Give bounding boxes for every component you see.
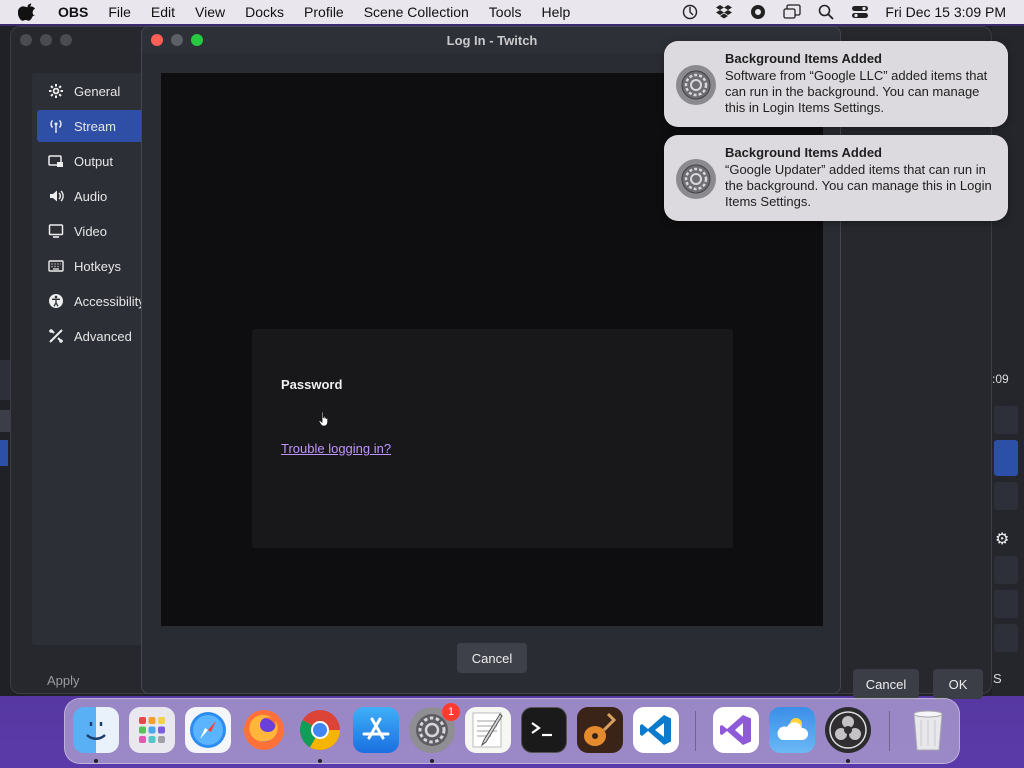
control-center-icon[interactable] [851, 3, 869, 21]
sidebar-item-label: Audio [74, 188, 108, 204]
menu-app-name[interactable]: OBS [58, 4, 88, 20]
apple-icon[interactable] [18, 3, 36, 21]
settings-cancel-button[interactable]: Cancel [853, 669, 919, 699]
sidebar-item-label: Stream [74, 118, 116, 134]
launchpad-icon[interactable] [129, 707, 175, 753]
obs-main-left-edge-control[interactable] [0, 410, 10, 432]
vscode-icon[interactable] [633, 707, 679, 753]
menu-tools[interactable]: Tools [489, 4, 522, 20]
firefox-icon[interactable] [241, 707, 287, 753]
menu-view[interactable]: View [195, 4, 225, 20]
running-indicator [94, 759, 98, 763]
trash-icon[interactable] [905, 707, 951, 753]
menu-scene-collection[interactable]: Scene Collection [364, 4, 469, 20]
app-store-icon[interactable] [353, 707, 399, 753]
garageband-icon[interactable] [577, 707, 623, 753]
sidebar-item-label: Output [74, 153, 114, 169]
obs-main-strip-cell[interactable] [994, 556, 1018, 584]
obs-main-strip-cell[interactable] [994, 624, 1018, 652]
obs-main-strip-cell-selected[interactable] [994, 440, 1018, 476]
obs-main-left-edge-selected[interactable] [0, 440, 8, 466]
notification-title: Background Items Added [725, 145, 882, 160]
terminal-icon[interactable] [521, 707, 567, 753]
obs-main-strip-cell[interactable] [994, 590, 1018, 618]
finder-icon[interactable] [73, 707, 119, 753]
sidebar-item-label: Hotkeys [74, 258, 121, 274]
notification-background-items-1[interactable]: Background Items Added Software from “Go… [664, 41, 1008, 127]
notification-body: “Google Updater” added items that can ru… [725, 162, 992, 209]
textedit-icon[interactable] [465, 707, 511, 753]
settings-close-button[interactable] [20, 34, 32, 46]
sidebar-item-label: Video [74, 223, 108, 239]
gear-icon [47, 82, 65, 100]
obs-main-text-fragment: S [993, 671, 1002, 686]
settings-zoom-button[interactable] [60, 34, 72, 46]
menu-docks[interactable]: Docks [245, 4, 284, 20]
obs-main-time-fragment: :09 [992, 372, 1009, 386]
chrome-icon[interactable] [297, 707, 343, 753]
speaker-icon [47, 187, 65, 205]
running-indicator [318, 759, 322, 763]
menu-file[interactable]: File [108, 4, 131, 20]
activity-monitor-icon[interactable] [681, 3, 699, 21]
visual-studio-icon[interactable] [713, 707, 759, 753]
keyboard-icon [47, 257, 65, 275]
notification-badge: 1 [442, 703, 460, 721]
obs-main-strip-cell[interactable] [994, 482, 1018, 510]
dropbox-icon[interactable] [715, 3, 733, 21]
safari-icon[interactable] [185, 707, 231, 753]
notification-background-items-2[interactable]: Background Items Added “Google Updater” … [664, 135, 1008, 221]
screen-mirror-icon[interactable] [783, 3, 802, 21]
system-settings-icon [676, 65, 716, 105]
hand-cursor-icon [318, 411, 329, 427]
sidebar-item-label: Accessibility [74, 293, 145, 309]
dock-separator [695, 711, 696, 751]
accessibility-icon [47, 292, 65, 310]
settings-ok-button[interactable]: OK [933, 669, 983, 699]
login-cancel-button[interactable]: Cancel [457, 643, 527, 673]
notification-title: Background Items Added [725, 51, 882, 66]
dock: 1 [64, 698, 960, 764]
settings-sidebar: General Stream Output Audio Video Hotkey… [32, 73, 167, 645]
menu-profile[interactable]: Profile [304, 4, 344, 20]
obs-main-strip-cell[interactable] [994, 406, 1018, 434]
settings-minimize-button[interactable] [40, 34, 52, 46]
obs-icon[interactable] [825, 707, 871, 753]
monitor-icon [47, 222, 65, 240]
sidebar-item-label: General [74, 83, 121, 99]
spotlight-search-icon[interactable] [817, 3, 835, 21]
record-icon[interactable] [749, 3, 767, 21]
menu-edit[interactable]: Edit [151, 4, 175, 20]
running-indicator [430, 759, 434, 763]
apply-button[interactable]: Apply [47, 673, 80, 688]
menu-bar-tray: Fri Dec 15 3:09 PM [665, 0, 1006, 24]
obs-main-left-edge [0, 360, 10, 400]
antenna-icon [47, 117, 65, 135]
gear-icon[interactable]: ⚙ [995, 529, 1009, 549]
system-settings-icon [676, 159, 716, 199]
menu-help[interactable]: Help [541, 4, 570, 20]
menu-bar-clock[interactable]: Fri Dec 15 3:09 PM [885, 4, 1006, 20]
trouble-logging-in-link[interactable]: Trouble logging in? [281, 441, 391, 456]
login-card: Password Trouble logging in? [252, 329, 733, 548]
wrench-icon [47, 327, 65, 345]
notification-body: Software from “Google LLC” added items t… [725, 68, 988, 115]
menu-bar: OBS File Edit View Docks Profile Scene C… [0, 0, 1024, 24]
running-indicator [846, 759, 850, 763]
weather-icon[interactable] [769, 707, 815, 753]
dock-separator [889, 711, 890, 751]
sidebar-item-label: Advanced [74, 328, 132, 344]
output-icon [47, 152, 65, 170]
password-label: Password [281, 377, 343, 392]
